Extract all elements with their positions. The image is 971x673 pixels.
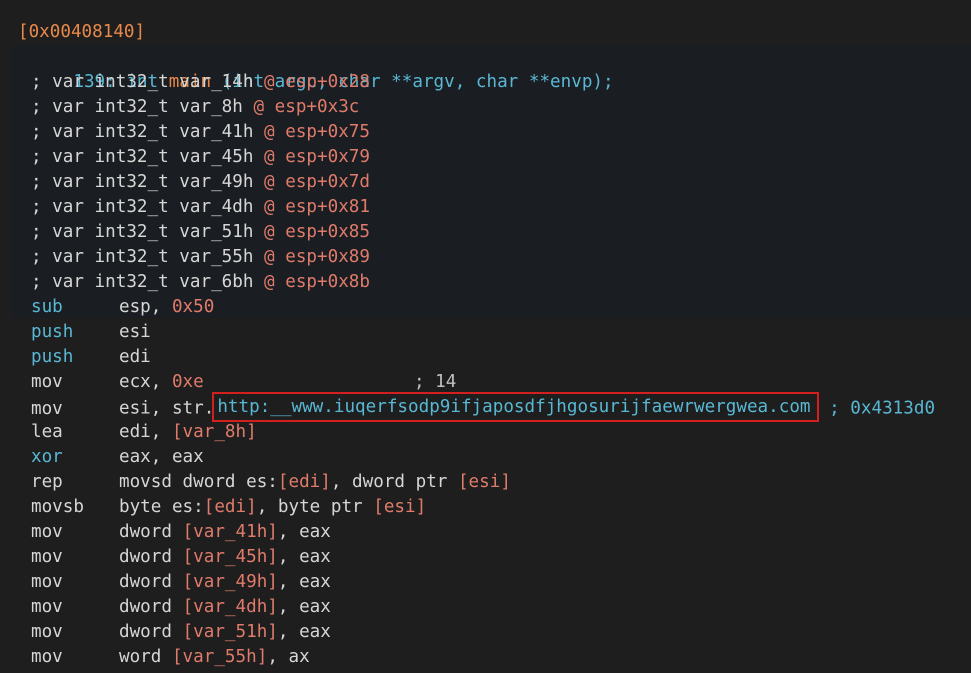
- mnemonic: mov: [31, 597, 63, 617]
- mnemonic: movsb: [31, 497, 84, 517]
- mnemonic: lea: [31, 422, 63, 442]
- mnemonic: mov: [31, 647, 63, 667]
- disassembly-view: [0x00408140] 139: int main (int argc, ch…: [0, 0, 971, 673]
- var-name[interactable]: var_49h: [179, 172, 253, 192]
- instruction-line[interactable]: mov ecx, 0xe; 14: [31, 370, 456, 395]
- mnemonic: push: [31, 322, 74, 342]
- mnemonic: rep: [31, 472, 63, 492]
- instruction-line[interactable]: mov word [var_55h], ax: [31, 645, 310, 670]
- mnemonic: mov: [31, 372, 63, 392]
- var-name[interactable]: var_45h: [179, 147, 253, 167]
- var-line: ; var int32_t var_49h @ esp+0x7d: [31, 172, 370, 192]
- var-line: ; var int32_t var_51h @ esp+0x85: [31, 222, 370, 242]
- var-line: ; var int32_t var_8h @ esp+0x3c: [31, 97, 360, 117]
- var-name[interactable]: var_55h: [179, 247, 253, 267]
- instruction-line[interactable]: push esi: [31, 320, 151, 345]
- instruction-line[interactable]: mov dword [var_4dh], eax: [31, 595, 331, 620]
- var-line: ; var int32_t var_55h @ esp+0x89: [31, 247, 370, 267]
- instruction-line[interactable]: movsb byte es:[edi], byte ptr [esi]: [31, 495, 426, 520]
- mnemonic: sub: [31, 297, 63, 317]
- mnemonic: mov: [31, 398, 63, 419]
- var-line: ; var int32_t var_45h @ esp+0x79: [31, 147, 370, 167]
- mnemonic: mov: [31, 547, 63, 567]
- instruction-line[interactable]: rep movsd dword es:[edi], dword ptr [esi]: [31, 470, 511, 495]
- var-name[interactable]: var_6bh: [179, 272, 253, 292]
- instruction-line[interactable]: sub esp, 0x50: [31, 295, 214, 320]
- instruction-line[interactable]: mov dword [var_41h], eax: [31, 520, 331, 545]
- mnemonic: mov: [31, 622, 63, 642]
- instruction-line[interactable]: xor eax, eax: [31, 445, 204, 470]
- mnemonic: mov: [31, 522, 63, 542]
- instruction-line[interactable]: push edi: [31, 345, 151, 370]
- instruction-line[interactable]: lea edi, [var_8h]: [31, 420, 257, 445]
- var-line: ; var int32_t var_14h @ esp+0x28: [31, 72, 370, 92]
- var-name[interactable]: var_4dh: [179, 197, 253, 217]
- var-name[interactable]: var_41h: [179, 122, 253, 142]
- var-name[interactable]: var_8h: [179, 97, 243, 117]
- function-signature: 139: int main (int argc, char **argv, ch…: [31, 45, 613, 92]
- highlighted-url-string[interactable]: http:__www.iuqerfsodp9ifjaposdfjhgosurij…: [212, 392, 819, 422]
- mnemonic: push: [31, 347, 74, 367]
- address-label: [0x00408140]: [18, 22, 146, 42]
- mnemonic: mov: [31, 572, 63, 592]
- url-string: http:__www.iuqerfsodp9ifjaposdfjhgosurij…: [217, 397, 811, 417]
- mnemonic: xor: [31, 447, 63, 467]
- instruction-line[interactable]: mov dword [var_51h], eax: [31, 620, 331, 645]
- var-line: ; var int32_t var_6bh @ esp+0x8b: [31, 272, 370, 292]
- instruction-line[interactable]: mov dword [var_45h], eax: [31, 545, 331, 570]
- var-name[interactable]: var_51h: [179, 222, 253, 242]
- instruction-line[interactable]: mov dword [var_49h], eax: [31, 570, 331, 595]
- var-name[interactable]: var_14h: [179, 72, 253, 92]
- var-line: ; var int32_t var_41h @ esp+0x75: [31, 122, 370, 142]
- var-line: ; var int32_t var_4dh @ esp+0x81: [31, 197, 370, 217]
- instruction-line[interactable]: mov esi, str. http:__www.iuqerfsodp9ifjapo…: [31, 392, 935, 422]
